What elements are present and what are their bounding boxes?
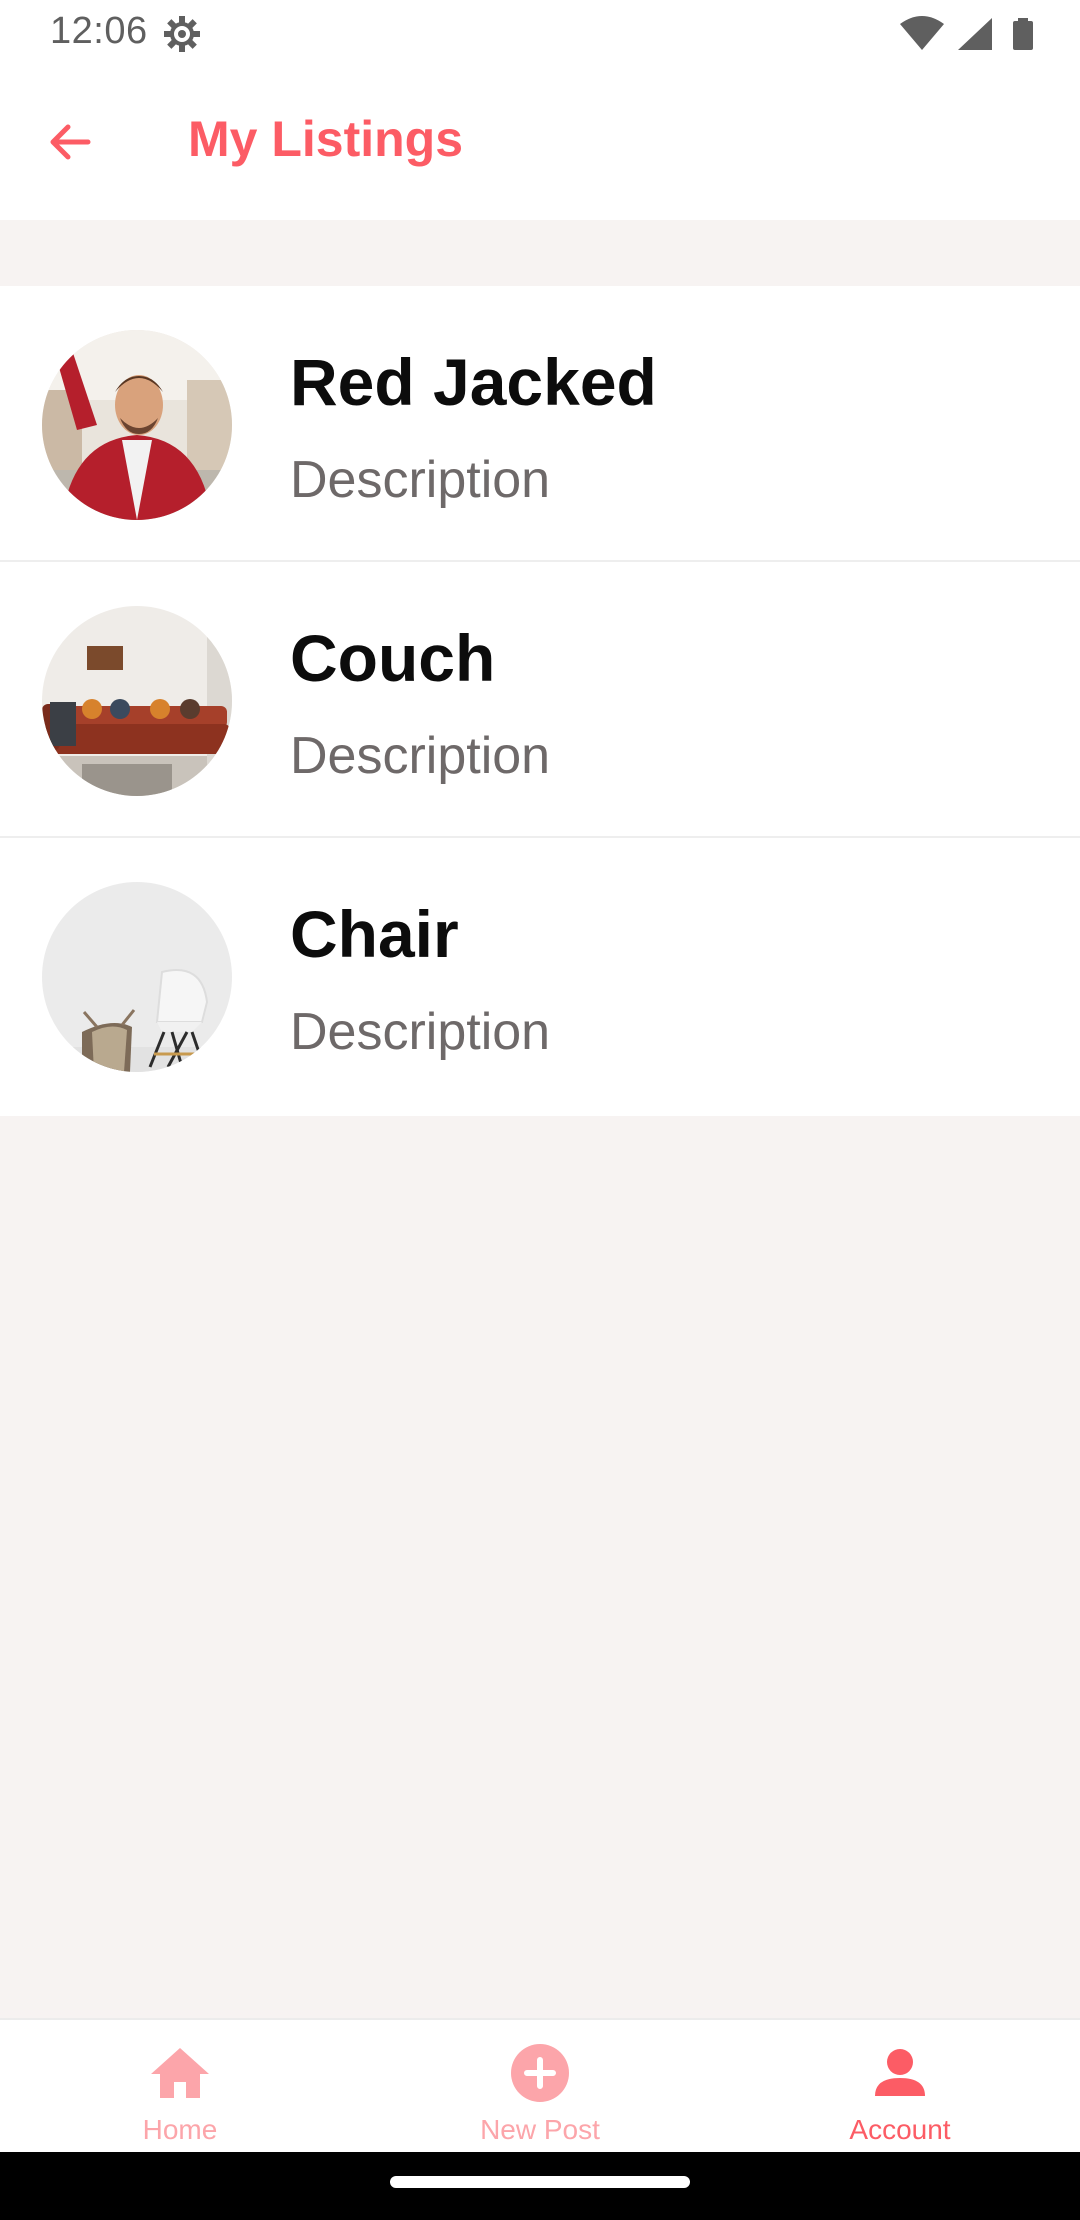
battery-icon: [1013, 18, 1033, 50]
home-gesture-handle[interactable]: [390, 2176, 690, 2188]
couch-photo: [42, 606, 232, 796]
listings-list: Red Jacked Description Couch Description: [0, 286, 1080, 1116]
status-bar: 12:06: [0, 0, 1080, 66]
home-icon: [151, 2048, 209, 2098]
tab-home[interactable]: Home: [0, 2020, 360, 2154]
bottom-tab-bar: Home New Post Account: [0, 2018, 1080, 2152]
listing-item-couch[interactable]: Couch Description: [0, 562, 1080, 838]
listing-title: Chair: [290, 897, 459, 971]
listing-item-red-jacked[interactable]: Red Jacked Description: [0, 286, 1080, 562]
tab-account-label: Account: [849, 2114, 951, 2145]
listing-subtitle: Description: [290, 451, 551, 509]
listing-thumbnail: [42, 882, 232, 1072]
chair-photo: [42, 882, 232, 1072]
listing-title: Couch: [290, 621, 496, 695]
system-navigation-bar: [0, 2152, 1080, 2220]
page-title: My Listings: [188, 111, 464, 167]
tab-new-post-label: New Post: [480, 2114, 600, 2145]
tab-account[interactable]: Account: [720, 2020, 1080, 2154]
app-bar: My Listings: [0, 66, 1080, 220]
listing-item-chair[interactable]: Chair Description: [0, 838, 1080, 1116]
listing-subtitle: Description: [290, 727, 551, 785]
person-photo: [42, 330, 232, 520]
back-button[interactable]: [30, 102, 110, 182]
settings-gear-icon: [164, 16, 200, 52]
plus-circle-icon: [511, 2044, 569, 2102]
status-time: 12:06: [50, 10, 148, 52]
cellular-signal-icon: [958, 18, 992, 50]
tab-home-label: Home: [142, 2114, 218, 2145]
listing-subtitle: Description: [290, 1003, 551, 1061]
arrow-back-icon: [50, 124, 91, 160]
listing-thumbnail: [42, 606, 232, 796]
wifi-icon: [900, 16, 944, 50]
tab-new-post[interactable]: New Post: [360, 2020, 720, 2154]
listing-thumbnail: [42, 330, 232, 520]
listing-title: Red Jacked: [290, 345, 657, 419]
account-icon: [875, 2049, 925, 2096]
status-icons: [900, 16, 1033, 50]
